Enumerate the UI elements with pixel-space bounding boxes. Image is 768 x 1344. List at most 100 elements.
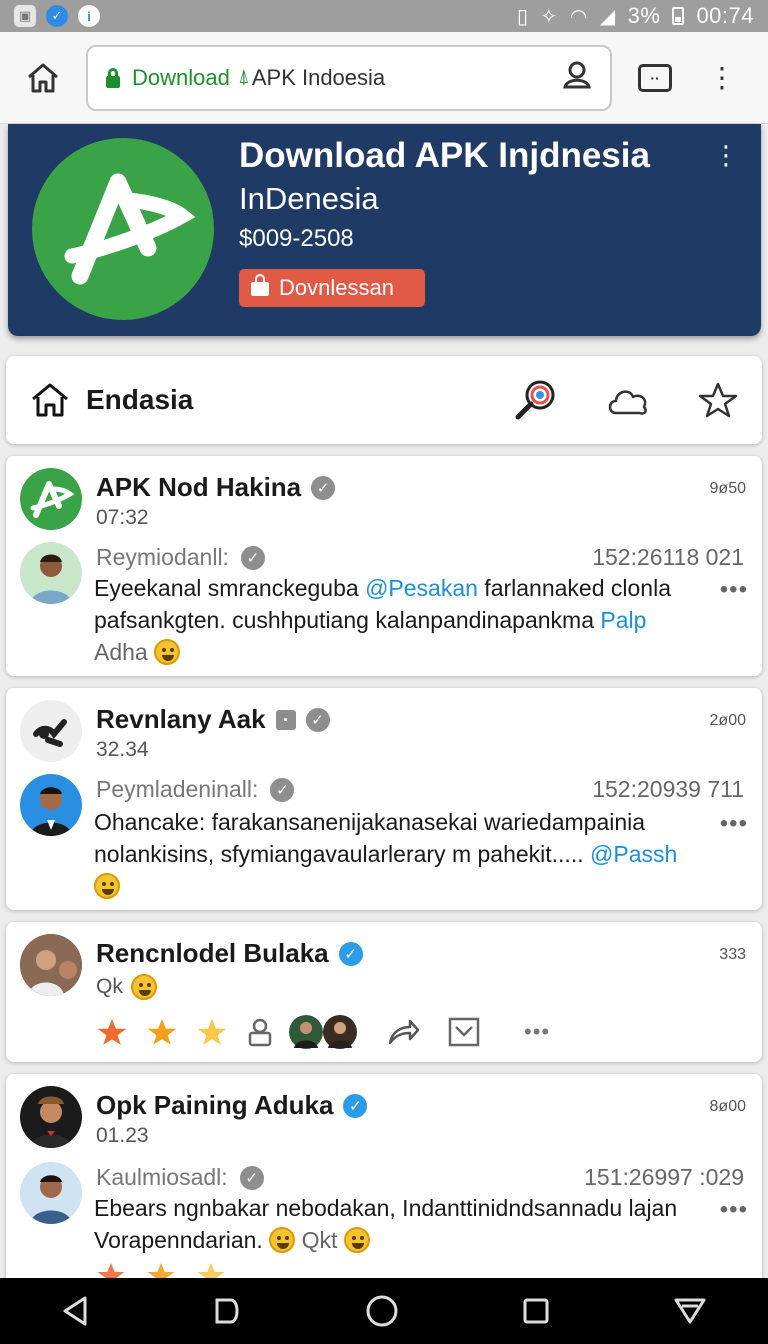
- post-time: 32.34: [96, 738, 149, 761]
- reply-author[interactable]: Reymiodanll: ✓: [96, 544, 265, 571]
- post-count: 2ø00: [709, 712, 746, 729]
- download-label: Dovnlessan: [279, 275, 394, 300]
- message-icon[interactable]: [448, 1017, 480, 1047]
- square-icon[interactable]: [213, 1296, 243, 1326]
- cloud-icon[interactable]: [606, 383, 650, 417]
- post-actions: •••: [96, 1014, 550, 1050]
- back-icon[interactable]: [61, 1295, 91, 1327]
- keyboard-hide-icon[interactable]: [673, 1296, 707, 1326]
- author-name: APK Nod Hakina: [96, 472, 302, 502]
- verified-icon: ✓: [305, 707, 330, 732]
- mention-link[interactable]: @Passh: [590, 841, 677, 867]
- verified-icon: ✓: [311, 475, 336, 500]
- app-logo: [32, 138, 214, 320]
- post-author[interactable]: Opk Paining Aduka ✓: [96, 1090, 368, 1121]
- address-bar[interactable]: Download ⍋ APK Indoesia: [86, 44, 612, 111]
- author-name: Opk Paining Aduka: [96, 1090, 334, 1120]
- bell-icon: ⍋: [237, 66, 250, 88]
- post-card[interactable]: APK Nod Hakina ✓ 07:32 9ø50 Reymiodanll:…: [6, 456, 762, 676]
- verified-icon: ✓: [343, 1093, 368, 1118]
- star-filled-icon[interactable]: [196, 1016, 228, 1048]
- post-card[interactable]: Rencnlodel Bulaka ✓ Qk 333 •••: [6, 922, 762, 1062]
- avatar[interactable]: [20, 542, 82, 604]
- avatar[interactable]: [20, 1086, 82, 1148]
- mention-link[interactable]: Palp: [600, 607, 646, 633]
- user-lock-icon[interactable]: [246, 1017, 274, 1047]
- app-price: $009-2508: [239, 225, 354, 252]
- mention-link[interactable]: @Pesakan: [365, 575, 478, 601]
- more-options-icon[interactable]: •••: [720, 1196, 748, 1224]
- reply-author-name: Reymiodanll:: [96, 544, 229, 570]
- post-card[interactable]: Revnlany Aak ▪ ✓ 32.34 2ø00 Peymladenina…: [6, 688, 762, 910]
- vpn-icon: ✓: [46, 5, 68, 27]
- clock: 00:74: [696, 3, 754, 28]
- more-options-icon[interactable]: •••: [524, 1019, 550, 1045]
- more-options-icon[interactable]: •••: [720, 810, 748, 838]
- verified-icon: ✓: [338, 941, 363, 966]
- grin-emoji-icon: [154, 639, 181, 665]
- home-icon[interactable]: [30, 382, 70, 418]
- post-time: 07:32: [96, 506, 149, 529]
- download-button[interactable]: Dovnlessan: [239, 269, 425, 307]
- star-icon[interactable]: [698, 381, 738, 419]
- app-subtitle: InDenesia: [239, 181, 379, 216]
- home-icon: [28, 63, 58, 92]
- section-title: Endasia: [86, 384, 194, 415]
- grin-emoji-icon: [343, 1227, 370, 1253]
- gallery-icon: ▣: [14, 5, 36, 27]
- overflow-menu-icon[interactable]: ⋮: [708, 63, 736, 92]
- home-button[interactable]: [0, 62, 86, 94]
- post-author[interactable]: Rencnlodel Bulaka ✓: [96, 938, 363, 969]
- post-time: 01.23: [96, 1124, 149, 1147]
- recents-icon[interactable]: [521, 1296, 551, 1326]
- star-filled-icon[interactable]: [146, 1016, 178, 1048]
- app-header-card: Download APK Injdnesia InDenesia $009-25…: [8, 124, 761, 336]
- signal-icon: ✧: [540, 5, 558, 28]
- reply-author[interactable]: Peymladeninall: ✓: [96, 776, 295, 803]
- star-filled-icon[interactable]: [96, 1016, 128, 1048]
- post-count: 9ø50: [709, 480, 746, 497]
- grin-emoji-icon: [269, 1227, 296, 1253]
- battery-icon: [672, 7, 685, 25]
- lock-icon: [106, 67, 120, 88]
- tabs-button[interactable]: ··: [638, 63, 672, 92]
- url-text-primary: Download: [132, 64, 230, 90]
- avatar[interactable]: [20, 468, 82, 530]
- avatar[interactable]: [20, 934, 82, 996]
- cell-signal-icon: ◢: [599, 5, 616, 28]
- reply-author-name: Peymladeninall:: [96, 776, 259, 802]
- author-name: Rencnlodel Bulaka: [96, 938, 329, 968]
- avatar[interactable]: [20, 774, 82, 836]
- author-name: Revnlany Aak: [96, 704, 266, 734]
- post-body: Eyeekanal smranckeguba @Pesakan farlanna…: [94, 575, 671, 665]
- avatar[interactable]: [322, 1014, 358, 1050]
- app-menu-icon[interactable]: ⋮: [713, 142, 739, 168]
- avatar[interactable]: [20, 700, 82, 762]
- account-button[interactable]: [562, 61, 592, 94]
- post-author[interactable]: Revnlany Aak ▪ ✓: [96, 704, 330, 735]
- status-bar: ▣ ✓ i ▯ ✧ ◠ ◢ 3% 00:74: [0, 0, 768, 32]
- lock-icon: [251, 274, 269, 297]
- share-icon[interactable]: [386, 1017, 420, 1047]
- battery-percent: 3%: [627, 3, 661, 28]
- url-text-secondary: APK Indoesia: [251, 64, 386, 90]
- search-icon[interactable]: [512, 377, 558, 423]
- post-body: Ohancake: farakansanenijakanasekai warie…: [94, 806, 724, 902]
- more-options-icon[interactable]: •••: [720, 576, 748, 604]
- home-circle-icon[interactable]: [365, 1294, 399, 1328]
- post-subtext: Qk: [96, 974, 157, 1000]
- reply-author[interactable]: Kaulmiosadl: ✓: [96, 1164, 264, 1191]
- vibrate-icon: ▯: [517, 5, 529, 28]
- verified-icon: ✓: [239, 1165, 264, 1190]
- grin-emoji-icon: [94, 873, 120, 899]
- browser-toolbar: Download ⍋ APK Indoesia ·· ⋮: [0, 32, 768, 124]
- post-author[interactable]: APK Nod Hakina ✓: [96, 472, 336, 503]
- avatar[interactable]: [288, 1014, 324, 1050]
- avatar[interactable]: [20, 1162, 82, 1224]
- badge-icon: ▪: [275, 709, 296, 730]
- reply-meta: 152:26118 021: [592, 544, 744, 570]
- post-card[interactable]: Opk Paining Aduka ✓ 01.23 8ø00 Kaulmiosa…: [6, 1074, 762, 1287]
- verified-icon: ✓: [240, 545, 265, 570]
- user-icon: [563, 61, 591, 89]
- section-nav: Endasia: [6, 356, 762, 444]
